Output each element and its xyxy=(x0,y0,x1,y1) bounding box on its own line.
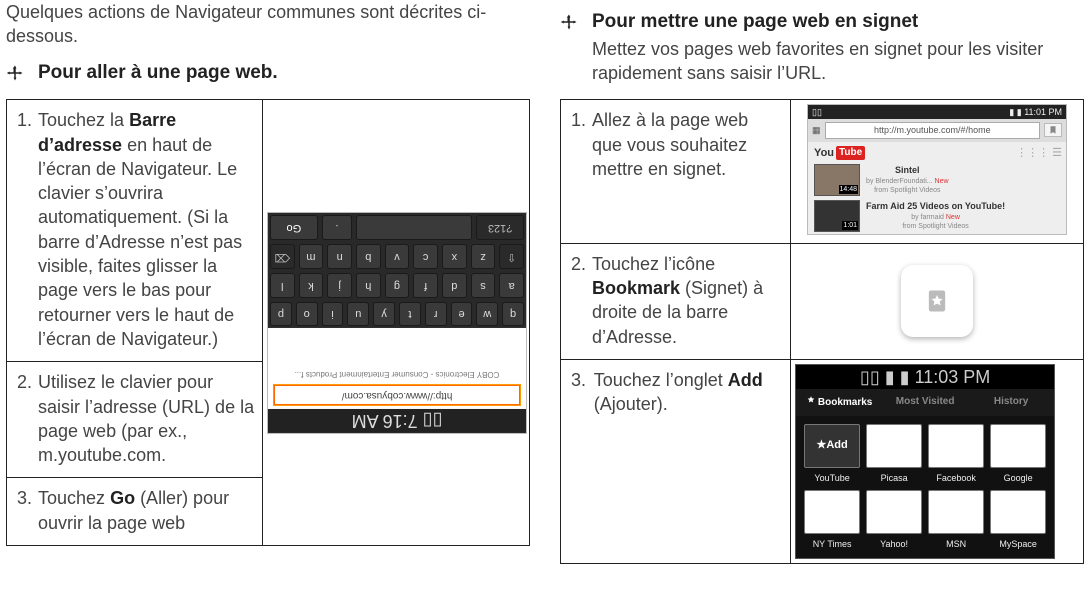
key[interactable]: j xyxy=(328,272,353,297)
bookmark-cell[interactable]: NY Times xyxy=(804,490,860,550)
bookmark-star-icon xyxy=(923,287,951,315)
status-bar: ▯▯ 7:16 AM xyxy=(268,408,526,432)
keyboard-screenshot: ▯▯ 7:16 AM http://www.cobyusa.com/ COBY … xyxy=(267,212,527,434)
key-dot[interactable]: . xyxy=(322,215,353,240)
key[interactable]: r xyxy=(425,301,447,326)
youtube-screenshot: ▯▯ ▮ ▮ 11:01 PM ▦ http://m.youtube.com/#… xyxy=(807,104,1067,235)
step-2: 2. Utilisez le clavier pour saisir l’adr… xyxy=(17,370,254,467)
bookmark-icon-card[interactable] xyxy=(901,265,973,337)
key[interactable]: g xyxy=(385,272,410,297)
page-caption: COBY Electronics - Consumer Entertainmen… xyxy=(268,328,526,381)
tab-bookmarks[interactable]: Bookmarks xyxy=(796,389,882,416)
step-1: 1. Touchez la Barre d’adresse en haut de… xyxy=(17,108,254,351)
tab-history[interactable]: History xyxy=(968,389,1054,416)
key-space[interactable] xyxy=(356,215,472,240)
key[interactable]: x xyxy=(442,244,467,269)
key[interactable]: h xyxy=(356,272,381,297)
key[interactable]: f xyxy=(414,272,439,297)
youtube-logo: YouTube ⋮⋮⋮ ☰ xyxy=(808,142,1066,163)
page-favicon-icon: ▦ xyxy=(812,124,821,136)
key[interactable]: s xyxy=(471,272,496,297)
intro-text: Quelques actions de Navigateur communes … xyxy=(6,0,530,49)
section-heading-row: Pour aller à une page web. xyxy=(6,61,530,86)
key[interactable]: b xyxy=(356,244,381,269)
bookmark-cell[interactable]: Picasa xyxy=(866,424,922,484)
bookmarks-screenshot: ▯▯ ▮ ▮ 11:03 PM Bookmarks Most Visited H… xyxy=(795,364,1055,559)
step-1: 1. Allez à la page web que vous souhaite… xyxy=(571,108,782,181)
key[interactable]: n xyxy=(328,244,353,269)
key[interactable]: u xyxy=(348,301,370,326)
section-heading: Pour aller à une page web. xyxy=(38,61,278,86)
address-field[interactable]: http://www.cobyusa.com/ xyxy=(274,385,520,405)
section-heading-row: Pour mettre une page web en signet Mette… xyxy=(560,10,1084,85)
steps-table-left: 1. Touchez la Barre d’adresse en haut de… xyxy=(6,99,530,546)
key[interactable]: e xyxy=(451,301,473,326)
key[interactable]: y xyxy=(373,301,395,326)
address-field[interactable]: http://m.youtube.com/#/home xyxy=(825,122,1040,138)
key-backspace[interactable]: ⌫ xyxy=(270,244,295,269)
key-shift[interactable]: ⇧ xyxy=(500,244,525,269)
key[interactable]: c xyxy=(414,244,439,269)
section-subtext: Mettez vos pages web favorites en signet… xyxy=(592,37,1084,86)
section-heading: Pour mettre une page web en signet xyxy=(592,10,1084,35)
key-go[interactable]: Go xyxy=(270,215,318,240)
key[interactable]: w xyxy=(477,301,499,326)
key[interactable]: q xyxy=(502,301,524,326)
steps-table-right: 1. Allez à la page web que vous souhaite… xyxy=(560,99,1084,564)
bookmark-cell[interactable]: MSN xyxy=(928,490,984,550)
key[interactable]: t xyxy=(399,301,421,326)
key[interactable]: o xyxy=(296,301,318,326)
cross-arrow-icon xyxy=(560,13,578,31)
cross-arrow-icon xyxy=(6,64,24,82)
step-3: 3. Touchez Go (Aller) pour ouvrir la pag… xyxy=(17,486,254,535)
key[interactable]: i xyxy=(322,301,344,326)
status-bar: ▯▯ ▮ ▮ 11:03 PM xyxy=(796,365,1054,389)
video-row[interactable]: 1:01 Farm Aid 25 Videos on YouTube! by f… xyxy=(808,198,1066,234)
bookmark-cell[interactable]: Google xyxy=(990,424,1046,484)
status-bar: ▯▯ ▮ ▮ 11:01 PM xyxy=(808,105,1066,119)
tab-most-visited[interactable]: Most Visited xyxy=(882,389,968,416)
key[interactable]: d xyxy=(442,272,467,297)
step-3: 3. Touchez l’onglet Add (Ajouter). xyxy=(571,368,782,417)
bookmark-cell[interactable]: Yahoo! xyxy=(866,490,922,550)
step-2: 2. Touchez l’icône Bookmark (Signet) à d… xyxy=(571,252,782,349)
video-row[interactable]: 14:48 Sintel by BlenderFoundati... New f… xyxy=(808,162,1066,198)
onscreen-keyboard[interactable]: q w e r t y u i o p xyxy=(268,213,526,328)
key[interactable]: z xyxy=(471,244,496,269)
key-symbols[interactable]: ?123 xyxy=(477,215,525,240)
key[interactable]: l xyxy=(270,272,295,297)
bookmark-cell[interactable]: MySpace xyxy=(990,490,1046,550)
key[interactable]: a xyxy=(500,272,525,297)
bookmark-add[interactable]: ★ Add YouTube xyxy=(804,424,860,484)
key[interactable]: p xyxy=(270,301,292,326)
key[interactable]: v xyxy=(385,244,410,269)
key[interactable]: m xyxy=(299,244,324,269)
bookmark-cell[interactable]: Facebook xyxy=(928,424,984,484)
key[interactable]: k xyxy=(299,272,324,297)
bookmark-icon[interactable] xyxy=(1044,123,1062,137)
